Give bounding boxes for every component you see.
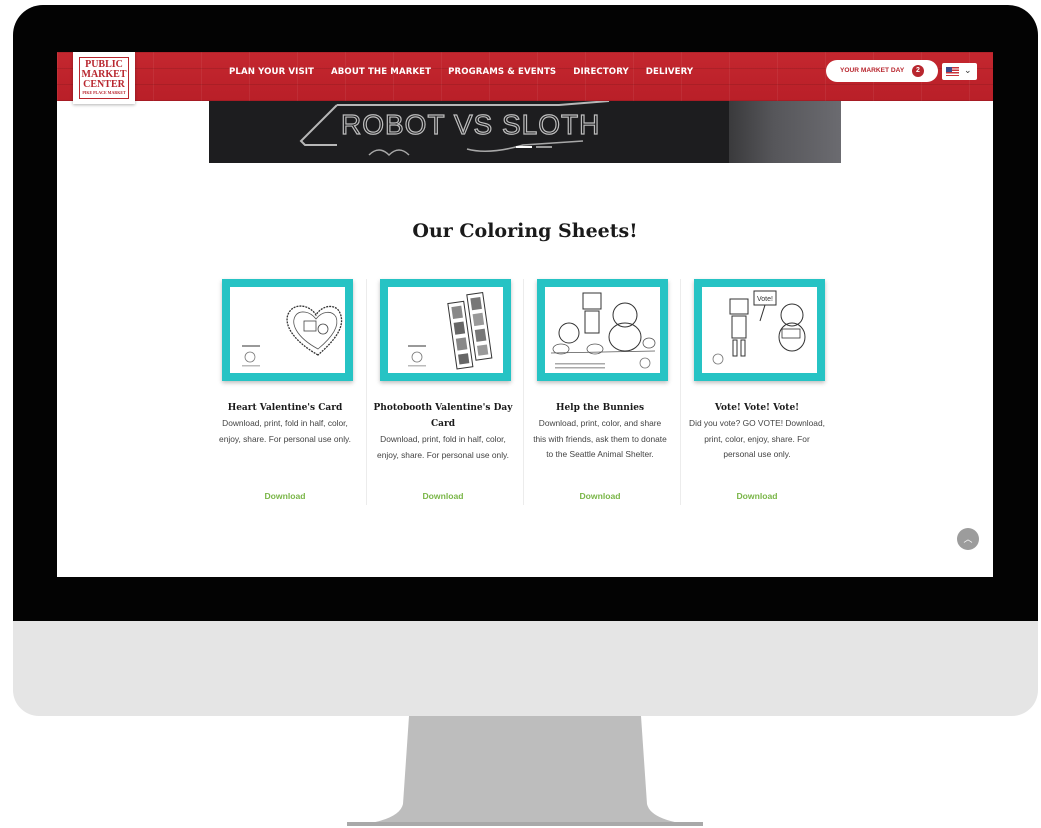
coloring-sheet-preview [230,287,345,373]
coloring-sheet-card: Vote! Vote! Vote! Vote! Did you vote? GO… [680,279,833,505]
vote-sign-text: Vote! [757,296,773,303]
your-market-day-button[interactable]: YOUR MARKET DAY 2 [826,60,938,82]
scroll-to-top-button[interactable]: ︿ [957,528,979,550]
hero-slider: ROBOT VS SLOTH [209,101,841,163]
download-link[interactable]: Download [209,491,361,501]
market-day-label: YOUR MARKET DAY [840,67,905,74]
logo-text-subtitle: PIKE PLACE MARKET [82,90,126,95]
logo-text-center: CENTER [83,79,125,90]
coloring-sheet-preview [388,287,503,373]
site-logo[interactable]: PUBLIC MARKET CENTER PIKE PLACE MARKET [73,52,135,104]
card-title: Heart Valentine's Card [227,403,343,413]
language-selector[interactable]: ⌄ [942,63,977,80]
site-header: PLAN YOUR VISIT ABOUT THE MARKET PROGRAM… [57,52,993,101]
card-description: Download, print, fold in half, color, en… [219,418,351,444]
monitor-chin [13,621,1038,716]
card-thumbnail[interactable] [222,279,353,381]
download-link[interactable]: Download [681,491,833,501]
card-title: Photobooth Valentine's Day Card [373,403,513,429]
main-navigation: PLAN YOUR VISIT ABOUT THE MARKET PROGRAM… [229,67,710,81]
slider-pagination [516,146,552,148]
coloring-sheet-card: Photobooth Valentine's Day Card Download… [366,279,519,505]
card-description: Did you vote? GO VOTE! Download, print, … [689,418,825,459]
download-link[interactable]: Download [367,491,519,501]
card-thumbnail[interactable]: Vote! [694,279,825,381]
card-title: Help the Bunnies [555,403,645,413]
download-link[interactable]: Download [524,491,676,501]
nav-directory[interactable]: DIRECTORY [573,67,629,81]
nav-about-the-market[interactable]: ABOUT THE MARKET [331,67,431,81]
coloring-sheet-card: Heart Valentine's Card Download, print, … [209,279,361,505]
chevron-up-icon: ︿ [963,534,973,544]
slider-dot-1[interactable] [516,146,532,148]
hero-sign-text: ROBOT VS SLOTH [341,109,600,140]
slider-dot-2[interactable] [536,146,552,148]
card-description: Download, print, fold in half, color, en… [377,434,509,460]
coloring-sheet-preview [545,287,660,373]
monitor-stand [347,716,703,826]
card-thumbnail[interactable] [380,279,511,381]
chevron-down-icon: ⌄ [964,65,972,75]
market-day-count-badge: 2 [912,65,924,77]
browser-screen: PLAN YOUR VISIT ABOUT THE MARKET PROGRAM… [57,52,993,577]
card-title: Vote! Vote! Vote! [714,403,800,413]
card-description: Download, print, color, and share this w… [533,418,667,459]
section-title: Our Coloring Sheets! [412,220,638,242]
nav-delivery[interactable]: DELIVERY [646,67,693,81]
coloring-sheet-preview: Vote! [702,287,817,373]
logo-frame: PUBLIC MARKET CENTER PIKE PLACE MARKET [79,57,129,99]
coloring-sheet-card: Help the Bunnies Download, print, color,… [523,279,676,505]
hero-image: ROBOT VS SLOTH [299,101,610,157]
us-flag-icon [946,67,959,76]
nav-plan-your-visit[interactable]: PLAN YOUR VISIT [229,67,314,81]
card-thumbnail[interactable] [537,279,668,381]
nav-programs-events[interactable]: PROGRAMS & EVENTS [448,67,556,81]
